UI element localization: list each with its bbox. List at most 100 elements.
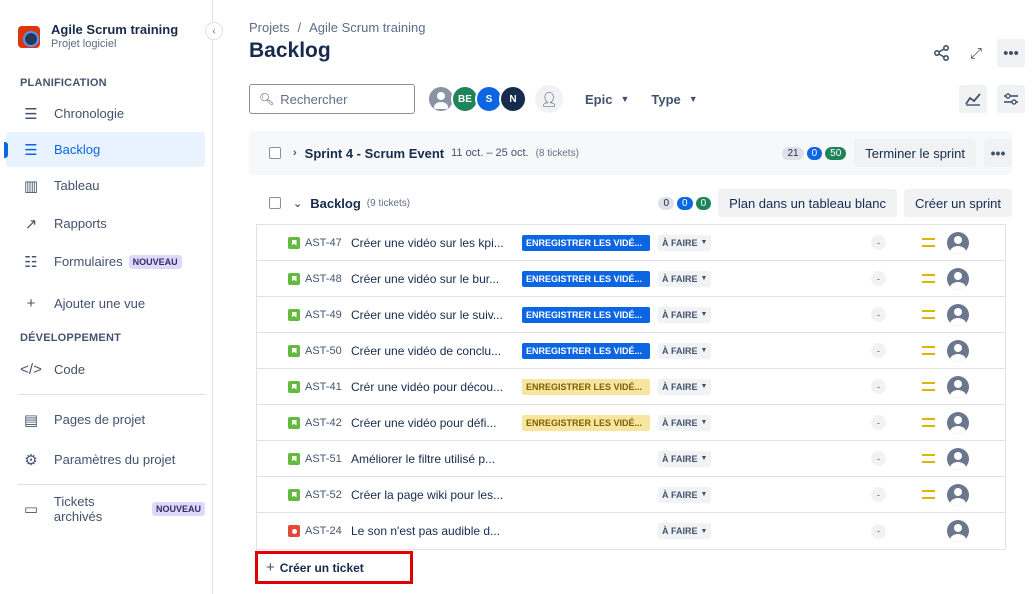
assignee-avatar[interactable] [947,411,969,434]
sprint-name[interactable]: Sprint 4 - Scrum Event [305,146,444,161]
fullscreen-icon[interactable]: ⤢ [963,40,989,66]
status-dropdown[interactable]: À FAIRE ▼ [658,306,712,323]
status-dropdown[interactable]: À FAIRE ▼ [658,450,712,467]
issue-row[interactable]: AST-42 Créer une vidéo pour défi... ENREGI… [257,405,1005,441]
issue-key[interactable]: AST-24 [305,525,342,537]
issue-row[interactable]: AST-24 Le son n'est pas audible d... À FAI… [257,513,1005,549]
epic-lozenge[interactable]: ENREGISTRER LES VIDÉ... [522,306,650,323]
issue-row[interactable]: AST-48 Créer une vidéo sur le bur... ENREG… [257,261,1005,297]
issue-summary[interactable]: Créer une vidéo de conclu... [351,344,511,358]
issue-row[interactable]: AST-50 Créer une vidéo de conclu... ENREGI… [257,333,1005,369]
issue-key[interactable]: AST-48 [305,273,342,285]
todo-count-badge: 0 [658,196,675,210]
sidebar-item-label: Tickets archivés [53,493,103,524]
issue-summary[interactable]: Créer une vidéo sur le bur... [351,272,511,286]
issue-key[interactable]: AST-50 [305,345,342,357]
more-actions-icon[interactable]: ••• [997,39,1025,67]
chevron-down-icon[interactable]: ⌄ [293,197,302,210]
status-dropdown[interactable]: À FAIRE ▼ [658,378,712,395]
add-people-icon[interactable]: 👤︎ [535,85,563,113]
reports-icon: ↗ [24,215,38,233]
done-count-badge: 50 [825,146,847,160]
story-points-badge[interactable]: - [871,451,886,466]
complete-sprint-button[interactable]: Terminer le sprint [854,139,976,167]
create-ticket-button[interactable]: + Créer un ticket [255,551,413,584]
share-icon[interactable] [929,40,955,66]
issue-key[interactable]: AST-51 [305,453,342,465]
whiteboard-plan-button[interactable]: Plan dans un tableau blanc [718,189,898,217]
sidebar-item-project-settings[interactable]: ⚙ Paramètres du projet [6,442,205,477]
chevron-right-icon[interactable]: › [293,147,297,159]
story-points-badge[interactable]: - [871,415,886,430]
issue-summary[interactable]: Améliorer le filtre utilisé p... [351,452,511,466]
collapse-sidebar-button[interactable]: ‹ [205,22,223,40]
issue-row[interactable]: AST-47 Créer une vidéo sur les kpi... ENRE… [257,225,1005,261]
issue-key[interactable]: AST-49 [305,309,342,321]
sprint-checkbox[interactable] [269,147,281,159]
sidebar-item-project-pages[interactable]: ▤ Pages de projet [6,402,205,437]
project-type: Projet logiciel [51,38,117,50]
story-points-badge[interactable]: - [871,235,886,250]
issue-key[interactable]: AST-41 [305,381,342,393]
status-dropdown[interactable]: À FAIRE ▼ [658,342,712,359]
breadcrumb-project[interactable]: Agile Scrum training [309,20,425,35]
issue-key[interactable]: AST-52 [305,489,342,501]
sidebar-item-backlog[interactable]: ☰ Backlog [4,132,205,167]
sidebar-item-rapports[interactable]: ↗ Rapports [6,206,205,241]
story-points-badge[interactable]: - [871,343,886,358]
status-dropdown[interactable]: À FAIRE ▼ [658,523,712,539]
issue-row[interactable]: AST-52 Créer la page wiki pour les... À FA… [257,477,1005,513]
story-points-badge[interactable]: - [871,523,886,539]
search-input[interactable]: 🔍︎ Rechercher [249,84,415,114]
epic-filter-dropdown[interactable]: Epic ▼ [585,92,629,107]
issue-row[interactable]: AST-51 Améliorer le filtre utilisé p... À … [257,441,1005,477]
issue-summary[interactable]: Crér une vidéo pour décou... [351,380,511,394]
create-sprint-button[interactable]: Créer un sprint [904,189,1012,217]
sprint-more-icon[interactable]: ••• [984,139,1012,167]
assignee-avatar[interactable] [947,303,969,326]
issue-row[interactable]: AST-41 Crér une vidéo pour décou... ENREGI… [257,369,1005,405]
issue-key[interactable]: AST-47 [305,237,342,249]
story-points-badge[interactable]: - [871,487,886,502]
epic-lozenge[interactable]: ENREGISTRER LES VIDÉ... [522,414,650,431]
assignee-avatar[interactable] [947,375,969,398]
sidebar-item-add-view[interactable]: + Ajouter une vue [6,286,205,321]
avatar[interactable]: N [499,85,527,113]
epic-lozenge[interactable]: ENREGISTRER LES VIDÉ... [522,270,650,287]
sidebar-item-code[interactable]: </> Code [6,352,205,387]
backlog-checkbox[interactable] [269,197,281,209]
breadcrumb-projects[interactable]: Projets [249,20,289,35]
story-points-badge[interactable]: - [871,271,886,286]
issue-summary[interactable]: Créer la page wiki pour les... [351,488,511,502]
issue-summary[interactable]: Créer une vidéo pour défi... [351,416,511,430]
assignee-avatar[interactable] [947,447,969,470]
epic-lozenge[interactable]: ENREGISTRER LES VIDÉ... [522,378,650,395]
type-filter-dropdown[interactable]: Type ▼ [651,92,697,107]
assignee-avatar[interactable] [947,339,969,362]
sidebar-item-archived-tickets[interactable]: ▭ Tickets archivés NOUVEAU [6,491,205,526]
status-dropdown[interactable]: À FAIRE ▼ [658,414,712,431]
sidebar-item-formulaires[interactable]: ☷ Formulaires NOUVEAU [6,244,205,279]
insights-icon[interactable] [959,85,987,113]
issue-summary[interactable]: Créer une vidéo sur le suiv... [351,308,511,322]
epic-lozenge[interactable]: ENREGISTRER LES VIDÉ... [522,234,650,251]
status-dropdown[interactable]: À FAIRE ▼ [658,234,712,251]
assignee-avatar[interactable] [947,483,969,506]
status-dropdown[interactable]: À FAIRE ▼ [658,486,712,503]
project-header[interactable]: Agile Scrum training Projet logiciel [18,22,178,50]
dev-section-title: DÉVELOPPEMENT [20,332,122,344]
issue-summary[interactable]: Le son n'est pas audible d... [351,524,511,538]
issue-key[interactable]: AST-42 [305,417,342,429]
issue-summary[interactable]: Créer une vidéo sur les kpi... [351,236,511,250]
epic-lozenge[interactable]: ENREGISTRER LES VIDÉ... [522,342,650,359]
story-points-badge[interactable]: - [871,379,886,394]
sidebar-item-chronologie[interactable]: ☰ Chronologie [6,96,205,131]
assignee-avatar[interactable] [947,520,969,542]
assignee-avatar[interactable] [947,231,969,254]
issue-row[interactable]: AST-49 Créer une vidéo sur le suiv... ENRE… [257,297,1005,333]
assignee-avatar[interactable] [947,267,969,290]
status-dropdown[interactable]: À FAIRE ▼ [658,270,712,287]
story-points-badge[interactable]: - [871,307,886,322]
sidebar-item-tableau[interactable]: ▥ Tableau [6,168,205,203]
view-settings-icon[interactable] [997,85,1025,113]
